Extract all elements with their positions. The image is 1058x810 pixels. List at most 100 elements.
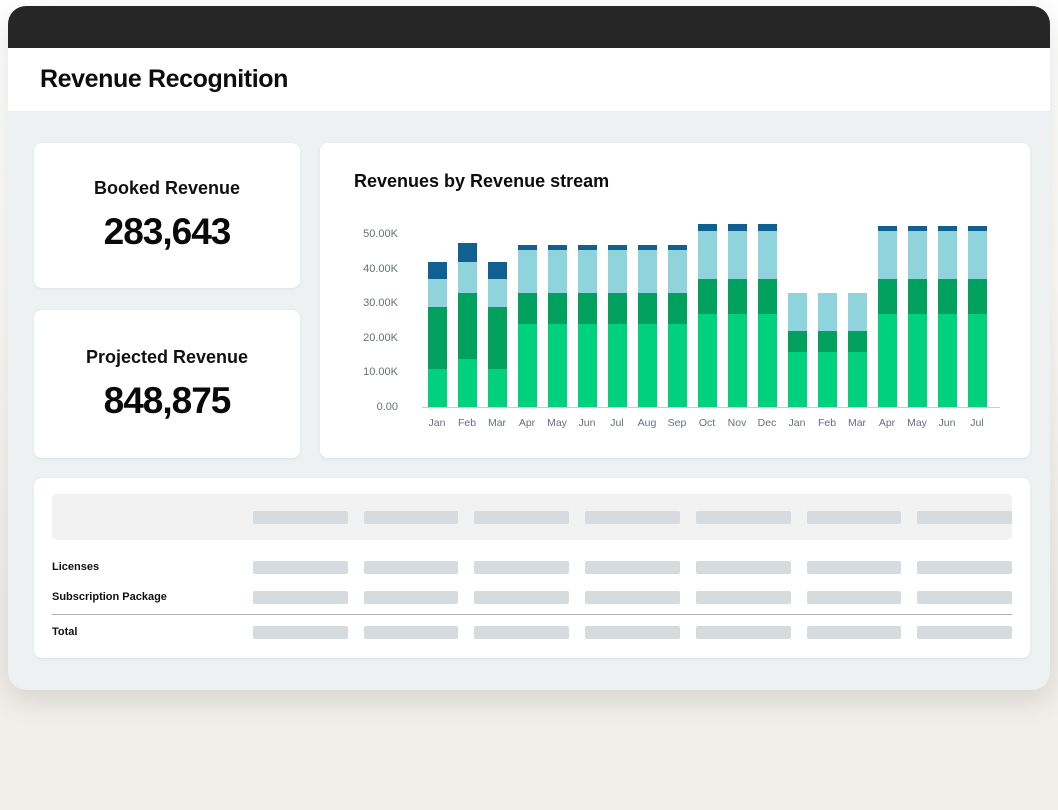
skeleton-cell — [807, 626, 902, 639]
bar-segment-revenue-stream-4 — [428, 262, 447, 279]
stacked-bar-oct-9 — [692, 217, 722, 407]
bar-segment-revenue-stream-1 — [638, 324, 657, 407]
kpi-card-booked-revenue: Booked Revenue 283,643 — [34, 143, 300, 288]
bar-segment-revenue-stream-2 — [758, 279, 777, 314]
bar-segment-revenue-stream-3 — [458, 262, 477, 293]
x-tick-label: Oct — [692, 417, 722, 429]
bar-segment-revenue-stream-2 — [428, 307, 447, 369]
bar-segment-revenue-stream-2 — [938, 279, 957, 314]
skeleton-cell — [253, 561, 348, 574]
bar-segment-revenue-stream-3 — [488, 279, 507, 307]
bar-segment-revenue-stream-1 — [548, 324, 567, 407]
page-title: Revenue Recognition — [40, 65, 288, 94]
bar-segment-revenue-stream-2 — [698, 279, 717, 314]
bar-segment-revenue-stream-3 — [758, 231, 777, 279]
skeleton-cell — [364, 511, 459, 524]
x-tick-label: Jan — [782, 417, 812, 429]
row-label: Total — [52, 626, 237, 638]
skeleton-cell — [917, 511, 1012, 524]
skeleton-cell — [585, 591, 680, 604]
bar-segment-revenue-stream-1 — [428, 369, 447, 407]
x-tick-label: Feb — [812, 417, 842, 429]
bar-segment-revenue-stream-4 — [728, 224, 747, 231]
y-tick-label: 40.00K — [363, 263, 398, 275]
skeleton-cell — [474, 511, 569, 524]
bar-segment-revenue-stream-1 — [668, 324, 687, 407]
bar-segment-revenue-stream-3 — [548, 250, 567, 293]
bar-segment-revenue-stream-2 — [488, 307, 507, 369]
bar-segment-revenue-stream-2 — [848, 331, 867, 352]
chart-x-axis: JanFebMarAprMayJunJulAugSepOctNovDecJanF… — [422, 417, 1000, 429]
bar-segment-revenue-stream-1 — [578, 324, 597, 407]
x-tick-label: Aug — [632, 417, 662, 429]
skeleton-cell — [253, 591, 348, 604]
x-tick-label: Jun — [932, 417, 962, 429]
skeleton-cell — [807, 561, 902, 574]
skeleton-cell — [696, 561, 791, 574]
skeleton-cell — [364, 561, 459, 574]
skeleton-cell — [917, 626, 1012, 639]
bar-segment-revenue-stream-3 — [428, 279, 447, 307]
bar-segment-revenue-stream-4 — [758, 224, 777, 231]
stacked-bar-jan-0 — [422, 217, 452, 407]
skeleton-cell — [585, 561, 680, 574]
bar-segment-revenue-stream-3 — [518, 250, 537, 293]
bar-segment-revenue-stream-1 — [608, 324, 627, 407]
bar-segment-revenue-stream-2 — [548, 293, 567, 324]
bar-segment-revenue-stream-3 — [728, 231, 747, 279]
kpi-card-projected-revenue: Projected Revenue 848,875 — [34, 310, 300, 458]
bar-segment-revenue-stream-2 — [668, 293, 687, 324]
skeleton-cell — [474, 561, 569, 574]
stacked-bar-sep-8 — [662, 217, 692, 407]
x-tick-label: Jul — [962, 417, 992, 429]
chart-bars — [422, 218, 1000, 408]
bar-segment-revenue-stream-2 — [968, 279, 987, 314]
stacked-bar-aug-7 — [632, 217, 662, 407]
bar-segment-revenue-stream-1 — [458, 359, 477, 407]
table-body: Licenses Subscription Package Total — [52, 552, 1012, 647]
x-tick-label: Jul — [602, 417, 632, 429]
bar-segment-revenue-stream-1 — [788, 352, 807, 407]
table-total-divider — [52, 614, 1012, 615]
y-tick-label: 50.00K — [363, 228, 398, 240]
bar-segment-revenue-stream-1 — [878, 314, 897, 407]
row-label: Licenses — [52, 561, 237, 573]
x-tick-label: Mar — [482, 417, 512, 429]
bar-segment-revenue-stream-3 — [818, 293, 837, 331]
window-chrome-bar — [8, 6, 1050, 48]
stacked-bar-feb-1 — [452, 217, 482, 407]
bar-segment-revenue-stream-3 — [788, 293, 807, 331]
bar-segment-revenue-stream-1 — [758, 314, 777, 407]
skeleton-cell — [474, 591, 569, 604]
kpi-label: Booked Revenue — [94, 178, 240, 199]
stacked-bar-nov-10 — [722, 217, 752, 407]
kpi-label: Projected Revenue — [86, 347, 248, 368]
bar-segment-revenue-stream-3 — [848, 293, 867, 331]
skeleton-cell — [917, 591, 1012, 604]
x-tick-label: Apr — [512, 417, 542, 429]
x-tick-label: May — [542, 417, 572, 429]
stacked-bar-jul-6 — [602, 217, 632, 407]
bar-segment-revenue-stream-1 — [938, 314, 957, 407]
stacked-bar-apr-3 — [512, 217, 542, 407]
kpi-value: 848,875 — [104, 380, 231, 422]
x-tick-label: Jan — [422, 417, 452, 429]
chart-y-axis: 50.00K40.00K30.00K20.00K10.00K0.00 — [354, 218, 408, 408]
table-row-subscription-package: Subscription Package — [52, 582, 1012, 612]
y-tick-label: 0.00 — [377, 401, 398, 413]
bar-segment-revenue-stream-2 — [878, 279, 897, 314]
y-tick-label: 30.00K — [363, 297, 398, 309]
x-tick-label: Jun — [572, 417, 602, 429]
stacked-bar-may-16 — [902, 217, 932, 407]
bar-segment-revenue-stream-1 — [728, 314, 747, 407]
x-tick-label: Feb — [452, 417, 482, 429]
row-label: Subscription Package — [52, 591, 237, 603]
bar-segment-revenue-stream-2 — [908, 279, 927, 314]
revenue-chart-card: Revenues by Revenue stream 50.00K40.00K3… — [320, 143, 1030, 458]
stacked-bar-may-4 — [542, 217, 572, 407]
bar-segment-revenue-stream-2 — [608, 293, 627, 324]
app-window: Revenue Recognition Booked Revenue 283,6… — [8, 6, 1050, 690]
skeleton-cell — [585, 511, 680, 524]
revenue-table-card: Licenses Subscription Package Total — [34, 478, 1030, 658]
skeleton-cell — [364, 626, 459, 639]
